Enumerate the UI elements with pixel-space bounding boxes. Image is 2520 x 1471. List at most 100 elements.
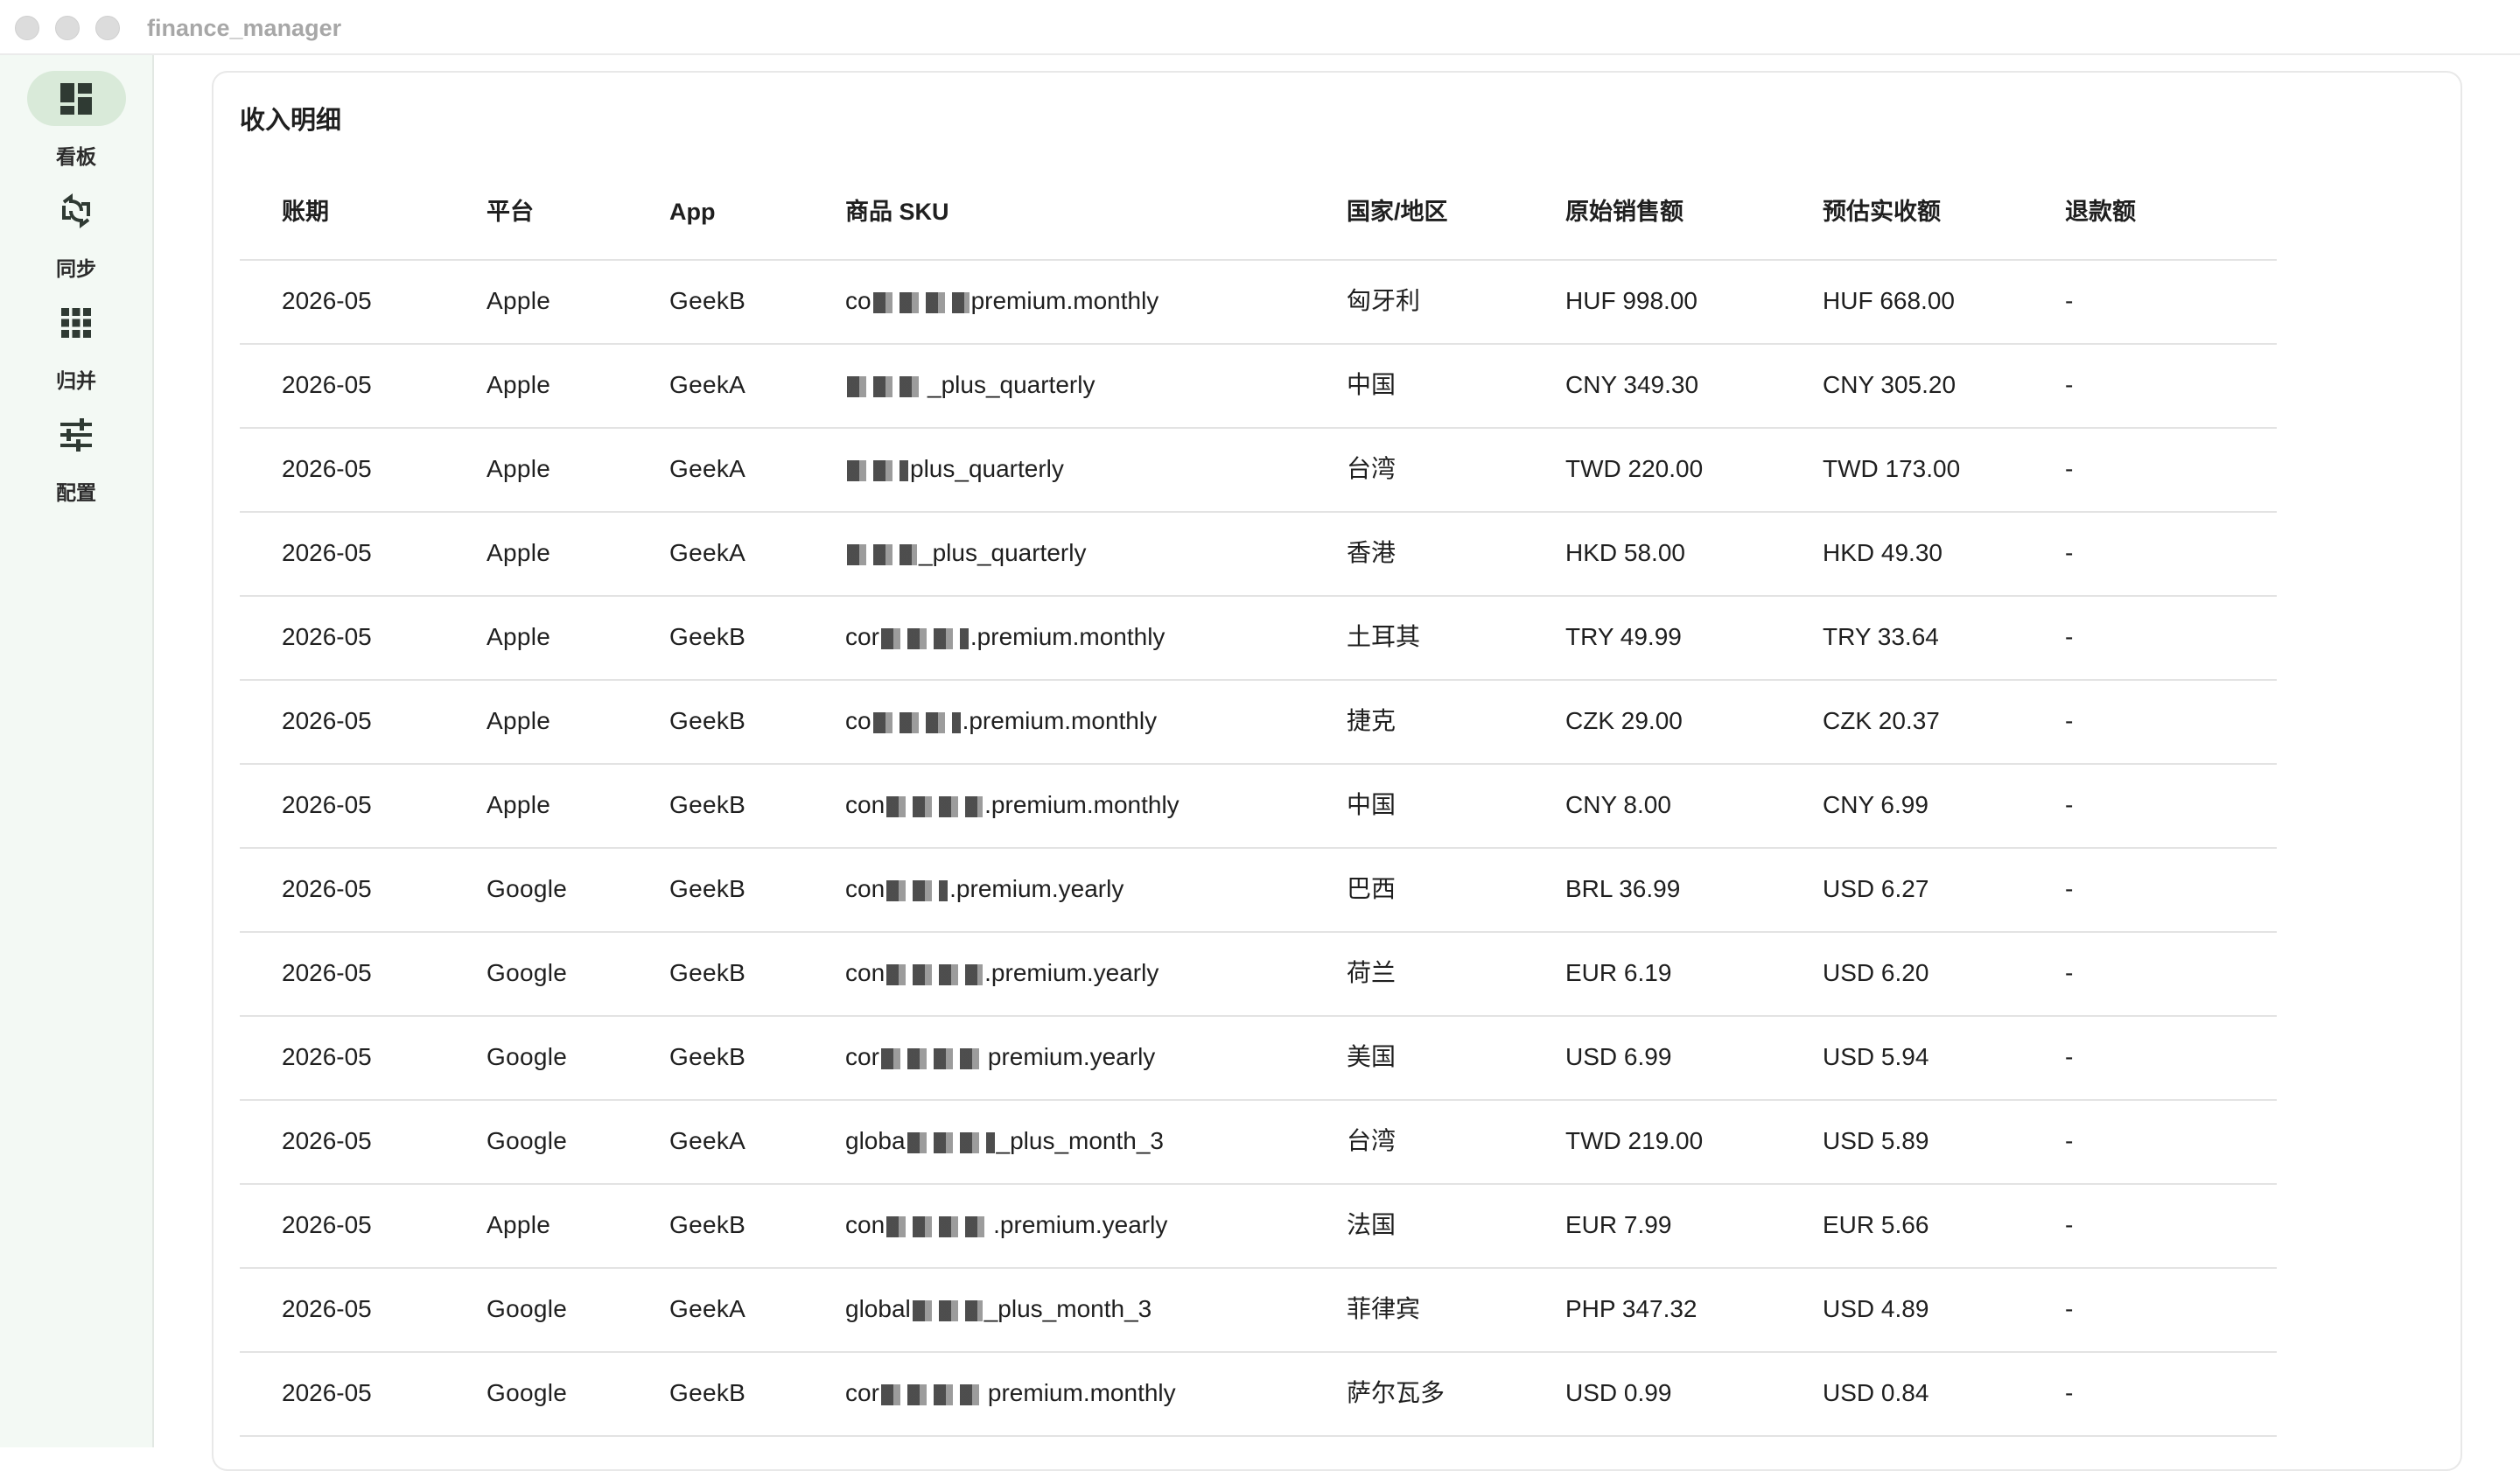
cell-region: 中国 [1347,791,1396,818]
cell-gross: TRY 49.99 [1565,623,1682,650]
cell-region: 巴西 [1347,875,1396,902]
sku-prefix: cor [845,1043,879,1070]
cell-period: 2026-05 [282,287,372,314]
cell-platform: Google [486,1295,568,1322]
cell-gross: EUR 7.99 [1565,1211,1672,1238]
table-row[interactable]: 2026-05 Google GeekA 菲律宾 PHP 347.32 USD 4.89 -… [240,1269,2277,1353]
cell-region: 菲律宾 [1347,1295,1421,1322]
cell-region: 萨尔瓦多 [1347,1379,1446,1406]
column-header-sku[interactable]: 商品 SKU [845,196,949,228]
cell-net: USD 6.20 [1823,959,1929,986]
sidebar-item-sync[interactable]: 同步 [0,183,152,280]
cell-platform: Apple [486,791,551,818]
minimize-window-button[interactable] [55,16,80,40]
cell-gross: CNY 349.30 [1565,371,1699,398]
column-header-platform[interactable]: 平台 [486,196,534,228]
table-row[interactable]: 2026-05 Google GeekB 荷兰 EUR 6.19 USD 6.20 - con… [240,933,2277,1017]
cell-app: GeekA [669,1295,746,1322]
cell-app: GeekB [669,1211,746,1238]
sku-redaction-mask [912,1299,983,1321]
sku-suffix: premium.yearly [987,1043,1156,1070]
table-row[interactable]: 2026-05 Apple GeekA 中国 CNY 349.30 CNY 305.20 -… [240,345,2277,429]
table-row[interactable]: 2026-05 Apple GeekB 中国 CNY 8.00 CNY 6.99 - con.… [240,765,2277,849]
table-row[interactable]: 2026-05 Apple GeekB 捷克 CZK 29.00 CZK 20.37 - co… [240,681,2277,765]
sku-redaction-mask [906,1131,995,1153]
sku-suffix: premium.monthly [970,287,1159,314]
sidebar-item-settings[interactable]: 配置 [0,407,152,504]
cell-net: USD 4.89 [1823,1295,1929,1322]
close-window-button[interactable] [15,16,39,40]
sku-redaction-mask [847,459,908,481]
cell-sku: global _plus_month_3 [845,1293,1152,1325]
sku-redaction-mask [886,1215,992,1237]
table-row[interactable]: 2026-05 Google GeekB 萨尔瓦多 USD 0.99 USD 0.84 - c… [240,1353,2277,1437]
sku-prefix: global [845,1295,911,1322]
column-header-net[interactable]: 预估实收额 [1823,196,1941,228]
table-row[interactable]: 2026-05 Apple GeekB 土耳其 TRY 49.99 TRY 33.64 - c… [240,597,2277,681]
cell-gross: PHP 347.32 [1565,1295,1698,1322]
cell-gross: USD 0.99 [1565,1379,1672,1406]
cell-period: 2026-05 [282,707,372,734]
table-row[interactable]: 2026-05 Apple GeekB 法国 EUR 7.99 EUR 5.66 - con.… [240,1185,2277,1269]
cell-gross: TWD 220.00 [1565,455,1704,482]
cell-app: GeekB [669,875,746,902]
cell-net: CNY 305.20 [1823,371,1956,398]
cell-refund: - [2065,1379,2074,1406]
cell-gross: HKD 58.00 [1565,539,1685,566]
cell-net: HKD 49.30 [1823,539,1942,566]
cell-refund: - [2065,1211,2074,1238]
cell-period: 2026-05 [282,539,372,566]
cell-platform: Apple [486,371,551,398]
sidebar-item-label: 看板 [56,145,96,168]
sku-suffix: _plus_month_3 [996,1127,1164,1154]
sku-suffix: .premium.yearly [984,959,1159,986]
sidebar-item-label: 配置 [56,481,96,504]
sku-suffix: .premium.yearly [993,1211,1168,1238]
cell-region: 香港 [1347,539,1396,566]
sku-redaction-mask [880,1383,986,1405]
cell-platform: Apple [486,287,551,314]
cell-platform: Apple [486,455,551,482]
cell-period: 2026-05 [282,1211,372,1238]
cell-app: GeekB [669,623,746,650]
sku-redaction-mask [886,879,948,901]
table-row[interactable]: 2026-05 Apple GeekA 香港 HKD 58.00 HKD 49.30 - _p… [240,513,2277,597]
column-header-region[interactable]: 国家/地区 [1347,196,1448,228]
sku-suffix: .premium.yearly [949,875,1124,902]
cell-net: USD 5.94 [1823,1043,1929,1070]
sidebar-item-dashboard[interactable]: 看板 [0,71,152,168]
cell-app: GeekB [669,707,746,734]
sku-suffix: premium.monthly [987,1379,1176,1406]
sku-redaction-mask [872,711,961,733]
column-header-refund[interactable]: 退款额 [2065,196,2136,228]
cell-period: 2026-05 [282,1295,372,1322]
zoom-window-button[interactable] [95,16,120,40]
sku-prefix: con [845,791,886,818]
table-row[interactable]: 2026-05 Apple GeekA 台湾 TWD 220.00 TWD 173.00 -… [240,429,2277,513]
sidebar-item-merge[interactable]: 归并 [0,295,152,392]
table-row[interactable]: 2026-05 Google GeekB 美国 USD 6.99 USD 5.94 - cor… [240,1017,2277,1101]
column-header-period[interactable]: 账期 [282,196,329,228]
cell-platform: Google [486,1127,568,1154]
sliders-icon [60,418,92,452]
sku-suffix: .premium.monthly [962,707,1158,734]
cell-region: 法国 [1347,1211,1396,1238]
sku-prefix: co [845,287,872,314]
cell-platform: Google [486,1043,568,1070]
table-row[interactable]: 2026-05 Apple GeekB 匈牙利 HUF 998.00 HUF 668.00… [240,261,2277,345]
table-row[interactable]: 2026-05 Google GeekA 台湾 TWD 219.00 USD 5.89 - g… [240,1101,2277,1185]
column-header-app[interactable]: App [669,196,715,228]
table-row[interactable]: 2026-05 Google GeekB 巴西 BRL 36.99 USD 6.27 - co… [240,849,2277,933]
sku-redaction-mask [886,963,984,985]
sku-redaction-mask [886,795,984,817]
sku-prefix: cor [845,1379,879,1406]
cell-refund: - [2065,371,2074,398]
cell-app: GeekB [669,1043,746,1070]
cell-sku: _plus_quarterly [845,369,1095,401]
cell-region: 中国 [1347,371,1396,398]
window-title: finance_manager [147,15,342,41]
cell-net: TRY 33.64 [1823,623,1939,650]
cell-sku: con .premium.yearly [845,1209,1167,1241]
column-header-gross[interactable]: 原始销售额 [1565,196,1684,228]
sku-suffix: _plus_month_3 [984,1295,1152,1322]
